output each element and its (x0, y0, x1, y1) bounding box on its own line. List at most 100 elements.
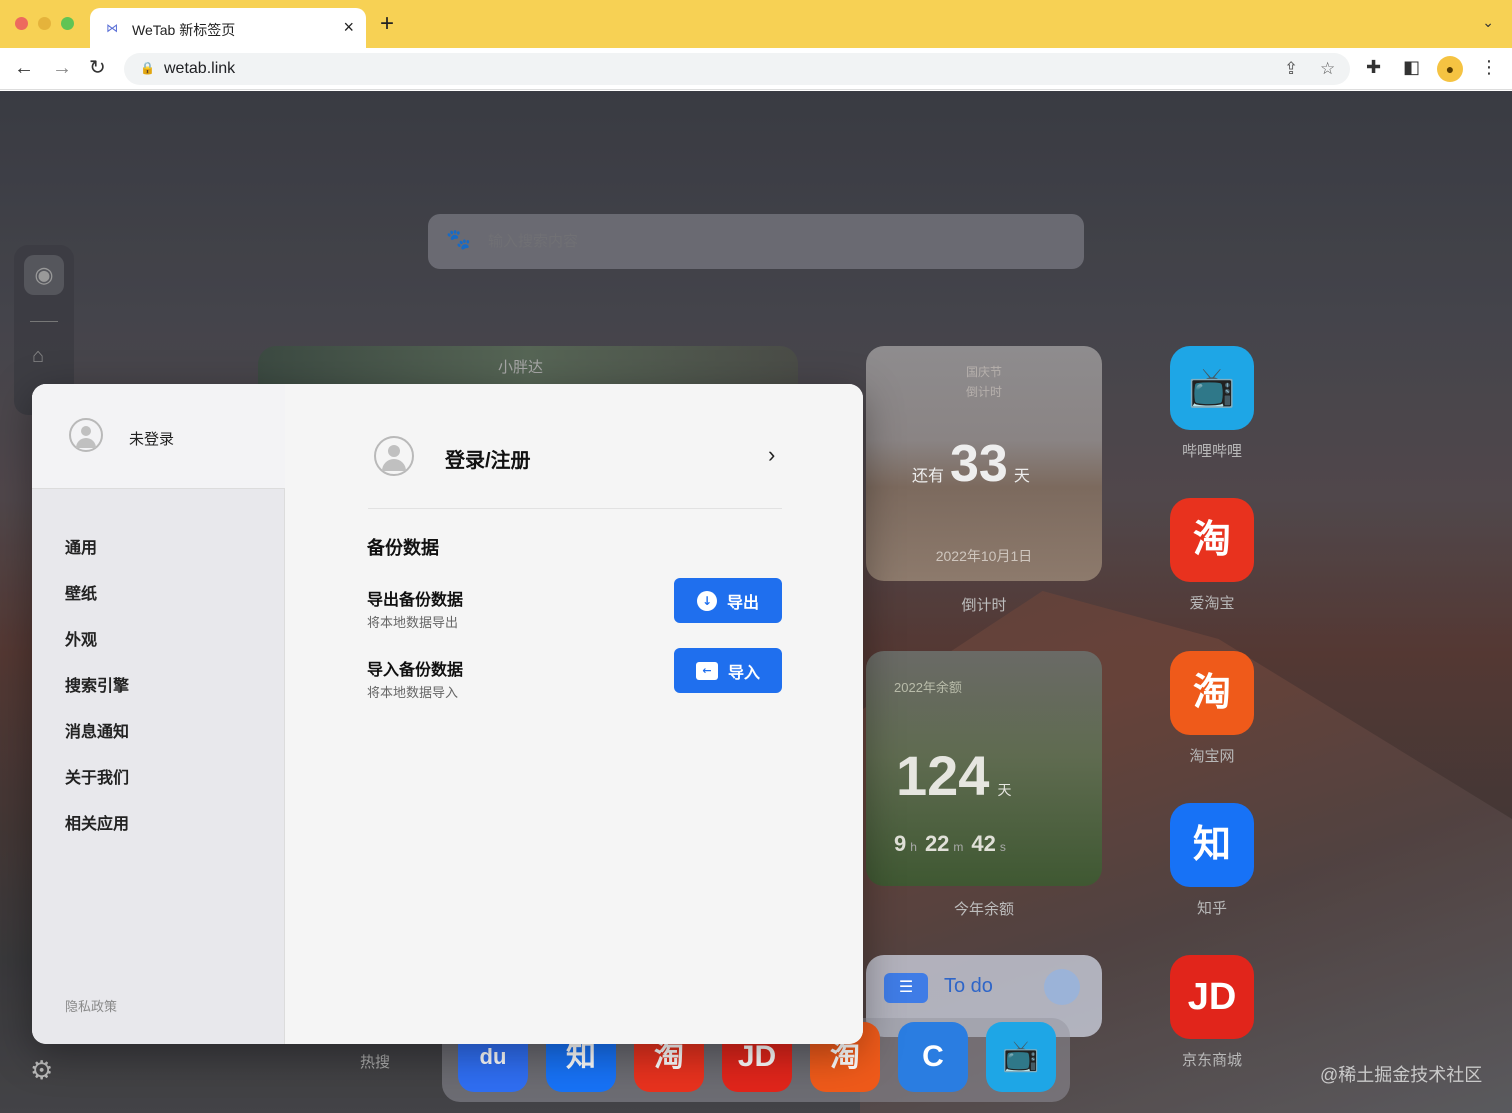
bilibili-icon[interactable]: 📺 (986, 1022, 1056, 1092)
app-taobao[interactable]: 淘 淘宝网 (1170, 651, 1254, 766)
import-row: 导入备份数据 将本地数据导入 ← 导入 (367, 648, 782, 706)
import-title: 导入备份数据 (367, 662, 464, 679)
tab-title: WeTab 新标签页 (132, 22, 236, 38)
countdown-widget[interactable]: 国庆节 倒计时 还有 33 天 2022年10月1日 (866, 346, 1102, 581)
settings-nav: 通用 壁纸 外观 搜索引擎 消息通知 关于我们 相关应用 (65, 537, 129, 859)
share-icon[interactable]: ⇪ (1284, 59, 1298, 79)
jd-icon: JD (1170, 955, 1254, 1039)
app-jd[interactable]: JD 京东商城 (1170, 955, 1254, 1070)
bookmark-star-icon[interactable]: ☆ (1320, 59, 1335, 79)
news-widget-title: 小胖达 (498, 359, 544, 376)
import-subtitle: 将本地数据导入 (367, 685, 459, 700)
app-label: 爱淘宝 (1189, 595, 1235, 612)
user-avatar-icon[interactable]: ◉ (24, 255, 64, 295)
zhihu-icon: 知 (1170, 803, 1254, 887)
year-left-time: 9 h 22 m 42 s (894, 831, 1006, 856)
export-title: 导出备份数据 (367, 592, 464, 609)
settings-sidebar: 未登录 通用 壁纸 外观 搜索引擎 消息通知 关于我们 相关应用 隐私政策 (32, 384, 285, 1044)
wetab-favicon-icon: ⋈ (106, 21, 118, 35)
login-register-label: 登录/注册 (445, 450, 531, 472)
url-text[interactable]: wetab.link (164, 60, 235, 78)
countdown-event: 国庆节 (965, 365, 1002, 379)
nav-item-search-engine[interactable]: 搜索引擎 (65, 675, 129, 721)
taobao-icon: 淘 (1170, 651, 1254, 735)
bilibili-icon: 📺 (1170, 346, 1254, 430)
year-left-label: 今年余额 (953, 901, 1014, 918)
privacy-policy-link[interactable]: 隐私政策 (65, 996, 117, 1015)
browser-toolbar: ← → ↻ 🔒 wetab.link ⇪ ☆ ✚ ◧ ● ⋮ (0, 48, 1512, 90)
browser-tab-bar: ⋈ WeTab 新标签页 × + ⌄ (0, 0, 1512, 48)
user-status: 未登录 (129, 431, 175, 448)
year-left-widget[interactable]: 2022年余额 124 天 9 h 22 m 42 s (866, 651, 1102, 886)
todo-list-icon: ☰ (884, 973, 928, 1003)
close-tab-icon[interactable]: × (343, 17, 354, 38)
backup-section-title: 备份数据 (367, 538, 439, 558)
close-window-button[interactable] (15, 17, 28, 30)
lock-icon[interactable]: 🔒 (140, 61, 155, 75)
app-label: 淘宝网 (1189, 748, 1235, 765)
countdown-unit: 天 (1013, 468, 1030, 485)
reload-icon[interactable]: ↻ (89, 56, 106, 80)
app-label: 知乎 (1196, 900, 1227, 917)
taobao-icon: 淘 (1170, 498, 1254, 582)
export-button-label: 导出 (726, 592, 759, 612)
import-button-label: 导入 (727, 662, 760, 682)
app-aitaobao[interactable]: 淘 爱淘宝 (1170, 498, 1254, 613)
divider (368, 508, 782, 509)
back-arrow-icon[interactable]: ← (14, 56, 34, 80)
settings-modal: 未登录 通用 壁纸 外观 搜索引擎 消息通知 关于我们 相关应用 隐私政策 登录… (32, 384, 863, 1044)
nav-item-about[interactable]: 关于我们 (65, 767, 129, 813)
todo-title: To do (944, 975, 993, 997)
app-label: 哔哩哔哩 (1181, 443, 1242, 460)
nav-item-notifications[interactable]: 消息通知 (65, 721, 129, 767)
import-button[interactable]: ← 导入 (674, 648, 782, 693)
nav-item-related-apps[interactable]: 相关应用 (65, 813, 129, 859)
countdown-label: 倒计时 (961, 597, 1007, 614)
browser-tab[interactable]: ⋈ WeTab 新标签页 × (90, 8, 366, 48)
nav-item-general[interactable]: 通用 (65, 537, 129, 583)
menu-kebab-icon[interactable]: ⋮ (1480, 57, 1498, 78)
address-bar[interactable]: 🔒 wetab.link ⇪ ☆ (124, 53, 1350, 85)
maximize-window-button[interactable] (61, 17, 74, 30)
chevron-right-icon: › (768, 442, 776, 467)
search-input[interactable] (488, 230, 1048, 252)
app-bilibili[interactable]: 📺 哔哩哔哩 (1170, 346, 1254, 461)
user-avatar-icon (69, 418, 103, 452)
chevron-down-icon[interactable]: ⌄ (1482, 14, 1494, 31)
search-box[interactable]: 🐾 (428, 214, 1084, 269)
countdown-subtitle: 倒计时 (965, 385, 1002, 399)
divider (30, 321, 58, 322)
year-left-days: 124 天 (896, 744, 1012, 807)
download-icon: ↓ (696, 590, 717, 611)
export-row: 导出备份数据 将本地数据导出 ↓ 导出 (367, 578, 782, 636)
countdown-days: 33 (950, 435, 1008, 493)
settings-content: 登录/注册 › 备份数据 导出备份数据 将本地数据导出 ↓ 导出 导入备份数据 将… (286, 384, 863, 1044)
home-icon[interactable]: ⌂ (32, 345, 44, 368)
baidu-paw-icon[interactable]: 🐾 (446, 229, 471, 251)
todo-add-icon[interactable] (1044, 969, 1080, 1005)
countdown-prefix: 还有 (912, 468, 945, 485)
app-label: 京东商城 (1181, 1052, 1242, 1069)
side-panel-icon[interactable]: ◧ (1403, 57, 1420, 78)
new-tab-button[interactable]: + (380, 12, 394, 36)
extensions-puzzle-icon[interactable]: ✚ (1366, 57, 1381, 78)
hot-search-label[interactable]: 热搜 (360, 1051, 390, 1072)
forward-arrow-icon[interactable]: → (52, 56, 72, 80)
profile-avatar-icon[interactable]: ● (1437, 56, 1463, 82)
export-button[interactable]: ↓ 导出 (674, 578, 782, 623)
folder-import-icon: ← (695, 661, 718, 680)
countdown-value: 还有 33 天 (912, 434, 1030, 494)
minimize-window-button[interactable] (38, 17, 51, 30)
year-left-title: 2022年余额 (894, 680, 962, 695)
nav-item-wallpaper[interactable]: 壁纸 (65, 583, 129, 629)
settings-gear-icon[interactable]: ⚙ (30, 1055, 53, 1086)
dolphin-icon[interactable]: C (898, 1022, 968, 1092)
app-zhihu[interactable]: 知 知乎 (1170, 803, 1254, 918)
watermark: @稀土掘金技术社区 (1320, 1065, 1483, 1085)
export-subtitle: 将本地数据导出 (367, 615, 459, 630)
login-register-row[interactable]: 登录/注册 › (368, 432, 782, 484)
countdown-date: 2022年10月1日 (935, 548, 1033, 564)
user-avatar-icon (374, 436, 414, 476)
nav-item-appearance[interactable]: 外观 (65, 629, 129, 675)
user-panel[interactable]: 未登录 (32, 384, 285, 489)
